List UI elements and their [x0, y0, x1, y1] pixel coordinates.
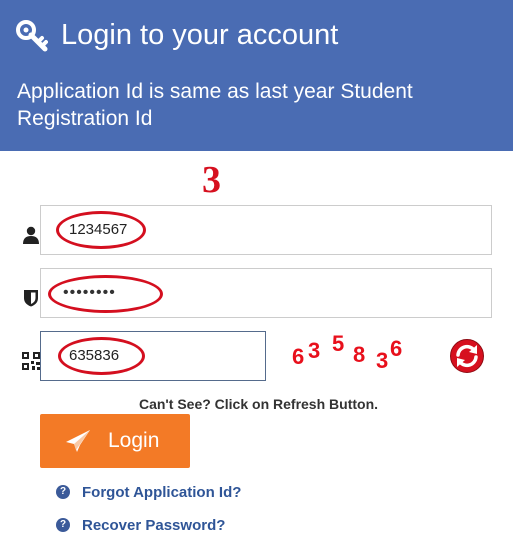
- question-circle-icon: ?: [56, 518, 70, 532]
- login-header: Login to your account Application Id is …: [0, 0, 513, 151]
- captcha-char: 3: [308, 338, 321, 363]
- application-id-value: 1234567: [69, 221, 128, 238]
- page-title: Login to your account: [61, 19, 339, 51]
- captcha-char: 6: [292, 344, 305, 369]
- password-input[interactable]: ••••••••: [40, 268, 492, 318]
- login-label: Login: [108, 429, 160, 452]
- refresh-hint: Can't See? Click on Refresh Button.: [0, 396, 513, 412]
- page-subtitle: Application Id is same as last year Stud…: [17, 80, 413, 130]
- captcha-char: 8: [353, 342, 366, 367]
- password-value: ••••••••: [63, 284, 116, 301]
- send-icon: [66, 430, 90, 452]
- key-icon: [16, 20, 48, 52]
- annotation-step-number: 3: [202, 159, 221, 201]
- login-button[interactable]: Login: [40, 414, 190, 468]
- captcha-char: 3: [376, 348, 389, 373]
- captcha-input[interactable]: 635836: [40, 331, 266, 381]
- captcha-input-value: 635836: [69, 347, 120, 364]
- user-icon: [23, 226, 39, 244]
- shield-icon: [24, 290, 38, 307]
- qr-code-icon: [22, 352, 40, 370]
- question-circle-icon: ?: [56, 485, 70, 499]
- application-id-input[interactable]: 1234567: [40, 205, 492, 255]
- captcha-char: 6: [390, 336, 403, 361]
- forgot-application-id-label[interactable]: Forgot Application Id?: [82, 484, 241, 502]
- refresh-hint-text: Can't See? Click on Refresh Button.: [138, 396, 379, 412]
- captcha-char: 5: [332, 331, 345, 356]
- recover-password-label[interactable]: Recover Password?: [82, 517, 225, 535]
- captcha-image: 6 3 5 8 3 6: [290, 330, 420, 373]
- refresh-icon[interactable]: [450, 339, 484, 373]
